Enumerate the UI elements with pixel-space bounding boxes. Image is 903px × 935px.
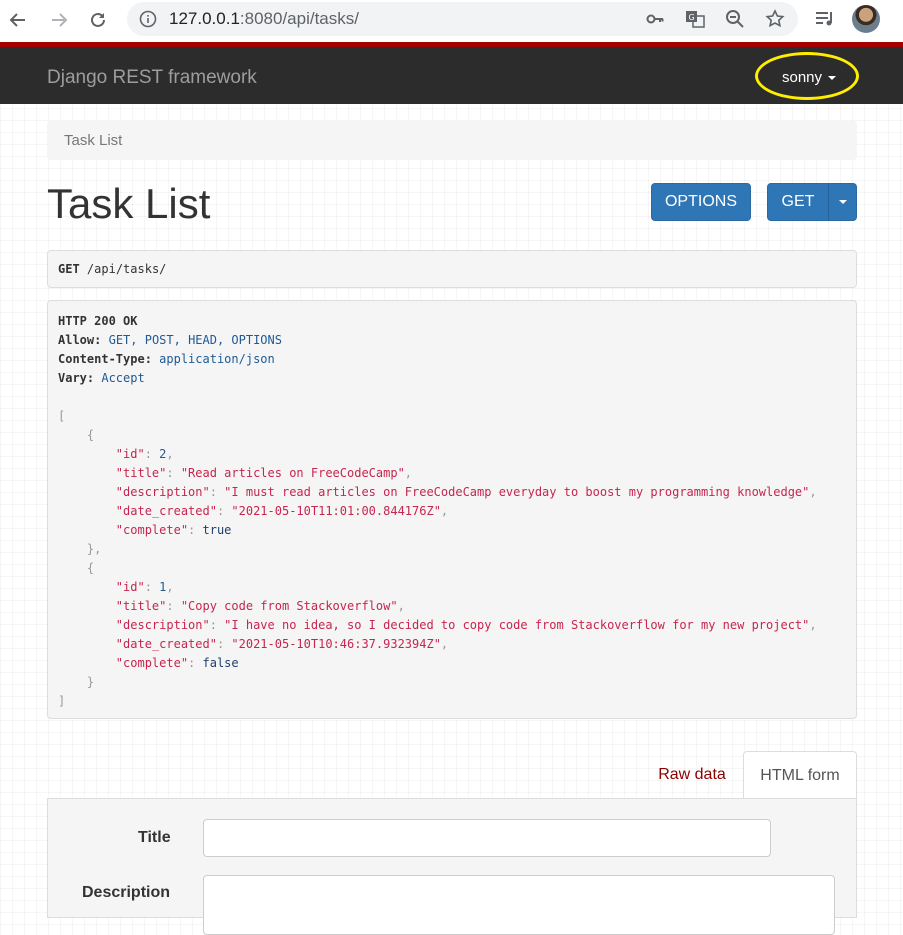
json-key: "description" [115,618,210,632]
title-input[interactable] [203,819,771,857]
reload-icon[interactable] [84,6,112,34]
profile-avatar[interactable] [852,5,880,33]
forward-icon[interactable] [45,6,73,34]
json-key: "complete" [115,523,189,537]
header-value: GET, POST, HEAD, OPTIONS [108,333,282,347]
zoom-icon[interactable] [725,9,745,29]
options-button[interactable]: OPTIONS [651,183,751,221]
tab-html-form[interactable]: HTML form [743,751,857,799]
json-value: "I have no idea, so I decided to copy co… [224,618,810,632]
request-info: GET /api/tasks/ [47,250,857,288]
back-icon[interactable] [4,6,32,34]
header-value: application/json [159,352,275,366]
header-name: Allow: [58,333,102,347]
json-value: "Read articles on FreeCodeCamp" [180,466,405,480]
site-info-icon[interactable] [139,10,157,28]
json-key: "description" [115,485,210,499]
header-name: Content-Type: [58,352,152,366]
title-label: Title [138,829,171,846]
json-key: "id" [115,447,145,461]
get-format-dropdown-button[interactable] [828,183,857,221]
json-value: "2021-05-10T10:46:37.932394Z" [231,637,441,651]
description-textarea[interactable] [203,875,835,935]
address-bar[interactable]: 127.0.0.1:8080/api/tasks/ G [127,2,798,36]
header-name: Vary: [58,371,95,385]
svg-text:G: G [689,13,695,22]
request-path: /api/tasks/ [86,262,167,276]
json-key: "complete" [115,656,189,670]
json-key: "date_created" [115,637,217,651]
json-value: "I must read articles on FreeCodeCamp ev… [224,485,810,499]
response-status: HTTP 200 OK [58,314,138,328]
header-value: Accept [101,371,145,385]
description-label: Description [82,884,171,901]
bookmark-star-icon[interactable] [765,9,785,29]
breadcrumb-item-task-list[interactable]: Task List [64,132,122,149]
post-form: Title Description [47,798,857,935]
media-queue-icon[interactable] [814,8,836,30]
url-text: 127.0.0.1:8080/api/tasks/ [169,9,359,28]
response-content: HTTP 200 OK Allow: GET, POST, HEAD, OPTI… [58,314,817,708]
json-value: true [202,523,232,537]
json-value: "2021-05-10T11:01:00.844176Z" [231,504,441,518]
tab-raw-data[interactable]: Raw data [642,752,742,798]
breadcrumb: Task List [47,121,857,160]
request-method: GET [58,262,80,276]
caret-down-icon [838,200,847,204]
json-key: "date_created" [115,504,217,518]
json-value: false [202,656,239,670]
json-key: "id" [115,580,145,594]
json-key: "title" [115,599,167,613]
page-title: Task List [47,180,211,227]
json-key: "title" [115,466,167,480]
key-icon[interactable] [645,9,665,29]
request-line: GET /api/tasks/ [58,262,166,276]
response-info: HTTP 200 OK Allow: GET, POST, HEAD, OPTI… [47,300,857,719]
get-button[interactable]: GET [767,183,829,221]
translate-icon[interactable]: G [685,9,705,29]
annotation-circle [755,52,859,100]
json-value: "Copy code from Stackoverflow" [180,599,398,613]
browser-toolbar: 127.0.0.1:8080/api/tasks/ G [0,0,903,42]
brand-link[interactable]: Django REST framework [47,67,257,89]
